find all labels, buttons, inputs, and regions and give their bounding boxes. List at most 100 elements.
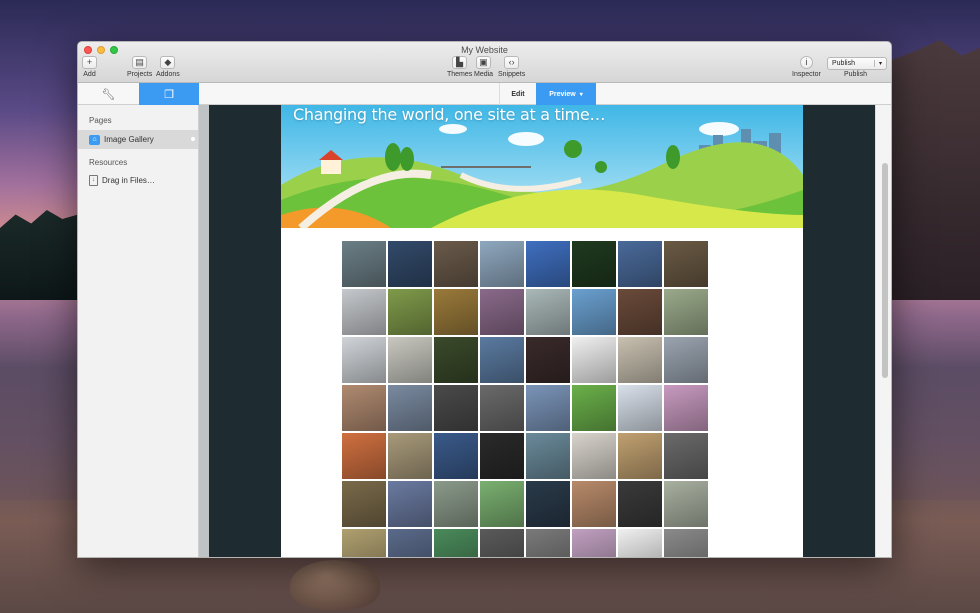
desktop-trees-left [0,210,78,300]
gallery-thumbnail[interactable] [342,481,386,527]
gallery-thumbnail[interactable] [388,481,432,527]
gallery-thumbnail[interactable] [618,529,662,557]
sidebar-item-image-gallery[interactable]: ⌂ Image Gallery [78,130,198,149]
preview-area: Changing the world, one site at a time… [199,105,891,557]
gallery-thumbnail[interactable] [434,433,478,479]
gallery-thumbnail[interactable] [388,433,432,479]
gallery-thumbnail[interactable] [342,337,386,383]
gallery-thumbnail[interactable] [664,337,708,383]
gallery-thumbnail[interactable] [572,337,616,383]
gallery-thumbnail[interactable] [572,385,616,431]
themes-label: Themes [447,71,473,78]
projects-button[interactable]: ▤ Projects [127,56,152,78]
gallery-thumbnail[interactable] [480,289,524,335]
gallery-thumbnail[interactable] [526,433,570,479]
sidebar-item-label: Image Gallery [104,135,154,144]
gallery-thumbnail[interactable] [618,481,662,527]
gallery-thumbnail[interactable] [664,433,708,479]
snippets-button[interactable]: ‹› Snippets [498,56,525,78]
gallery-thumbnail[interactable] [664,289,708,335]
gallery-thumbnail[interactable] [572,433,616,479]
gallery-thumbnail[interactable] [388,529,432,557]
window-title: My Website [461,45,508,55]
gallery-thumbnail[interactable] [434,337,478,383]
preview-mode-button[interactable]: Preview ▾ [536,83,596,105]
gallery-thumbnail[interactable] [618,433,662,479]
gallery-thumbnail[interactable] [618,289,662,335]
image-gallery-grid [342,241,708,557]
gallery-thumbnail[interactable] [664,481,708,527]
sidebar-item-label: Drag in Files… [102,176,155,185]
app-window: My Website + Add ▤ Projects ◆ Addons ▙ T… [77,41,892,558]
gallery-thumbnail[interactable] [526,289,570,335]
themes-button[interactable]: ▙ Themes [447,56,472,78]
inspector-button[interactable]: i Inspector [792,56,821,78]
gallery-thumbnail[interactable] [434,289,478,335]
gallery-thumbnail[interactable] [480,337,524,383]
gallery-thumbnail[interactable] [342,241,386,287]
chevron-down-icon[interactable]: ▾ [874,60,886,67]
sidebar-item-drag-files[interactable]: ↓ Drag in Files… [78,171,198,190]
gallery-thumbnail[interactable] [388,289,432,335]
themes-icon: ▙ [452,56,468,69]
gallery-thumbnail[interactable] [388,337,432,383]
gallery-thumbnail[interactable] [342,529,386,557]
pages-section-title: Pages [89,116,112,125]
gallery-thumbnail[interactable] [434,481,478,527]
title-bar: My Website + Add ▤ Projects ◆ Addons ▙ T… [78,42,891,83]
add-button[interactable]: + Add [82,56,97,78]
gallery-thumbnail[interactable] [572,241,616,287]
gallery-thumbnail[interactable] [434,385,478,431]
gallery-thumbnail[interactable] [342,289,386,335]
gallery-thumbnail[interactable] [618,241,662,287]
gallery-thumbnail[interactable] [572,289,616,335]
preview-label: Preview [549,90,576,98]
edit-mode-button[interactable]: Edit [499,83,536,105]
plus-icon: + [82,56,97,69]
scrollbar-thumb[interactable] [882,163,888,378]
addons-label: Addons [156,71,180,78]
puzzle-icon: ◆ [160,56,176,69]
gallery-thumbnail[interactable] [526,337,570,383]
gallery-thumbnail[interactable] [480,481,524,527]
gallery-thumbnail[interactable] [664,241,708,287]
gallery-thumbnail[interactable] [480,529,524,557]
gallery-thumbnail[interactable] [342,385,386,431]
code-icon: ‹› [504,56,520,69]
publish-button[interactable]: Publish ▾ [827,57,887,70]
gallery-thumbnail[interactable] [572,481,616,527]
gallery-thumbnail[interactable] [480,433,524,479]
gallery-thumbnail[interactable] [526,481,570,527]
media-button[interactable]: ▣ Media [474,56,493,78]
gallery-thumbnail[interactable] [618,385,662,431]
gallery-thumbnail[interactable] [664,385,708,431]
status-dot [191,137,195,141]
publish-label: Publish [844,71,867,78]
gallery-thumbnail[interactable] [572,529,616,557]
banner-title: Changing the world, one site at a time… [293,105,606,124]
site-page[interactable]: Changing the world, one site at a time… [281,105,803,557]
gallery-thumbnail[interactable] [434,241,478,287]
addons-button[interactable]: ◆ Addons [156,56,180,78]
gallery-thumbnail[interactable] [618,337,662,383]
gallery-thumbnail[interactable] [526,241,570,287]
gallery-thumbnail[interactable] [342,433,386,479]
gallery-thumbnail[interactable] [526,529,570,557]
chevron-down-icon: ▾ [579,91,583,98]
desktop-mountain-right [890,40,980,300]
desktop-rock [290,560,380,610]
pages-tab[interactable]: ❐ [139,83,199,105]
scrollbar[interactable] [875,105,891,557]
tools-tab[interactable]: 🔧︎ [78,83,139,105]
gallery-thumbnail[interactable] [664,529,708,557]
gallery-thumbnail[interactable] [388,385,432,431]
wrench-icon: 🔧︎ [101,88,116,101]
gallery-thumbnail[interactable] [526,385,570,431]
gallery-thumbnail[interactable] [434,529,478,557]
gallery-thumbnail[interactable] [480,241,524,287]
gallery-thumbnail[interactable] [388,241,432,287]
projects-label: Projects [127,71,153,78]
info-icon: i [799,56,813,69]
sidebar: Pages ⌂ Image Gallery Resources ↓ Drag i… [78,105,199,557]
gallery-thumbnail[interactable] [480,385,524,431]
